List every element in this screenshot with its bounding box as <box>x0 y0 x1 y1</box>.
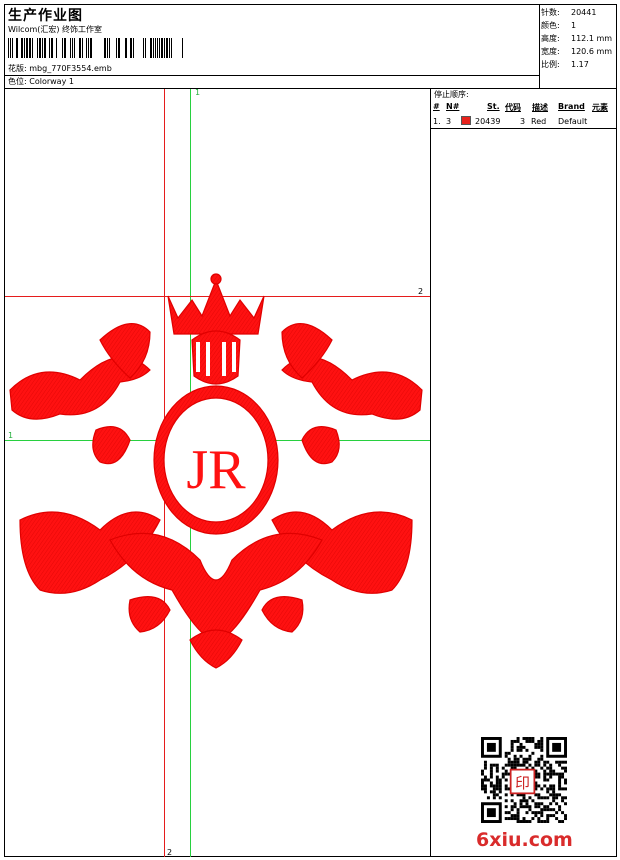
qr-stamp-icon: 印 <box>515 775 530 792</box>
qr-code: 印 <box>481 737 567 823</box>
watermark-logo: 6xiu.com <box>476 829 573 851</box>
right-scroll-ornament <box>261 323 423 633</box>
crown-icon <box>167 273 265 385</box>
embroidery-crest: JR <box>9 273 423 669</box>
monogram-text: JR <box>186 439 246 501</box>
left-scroll-ornament <box>9 323 171 633</box>
